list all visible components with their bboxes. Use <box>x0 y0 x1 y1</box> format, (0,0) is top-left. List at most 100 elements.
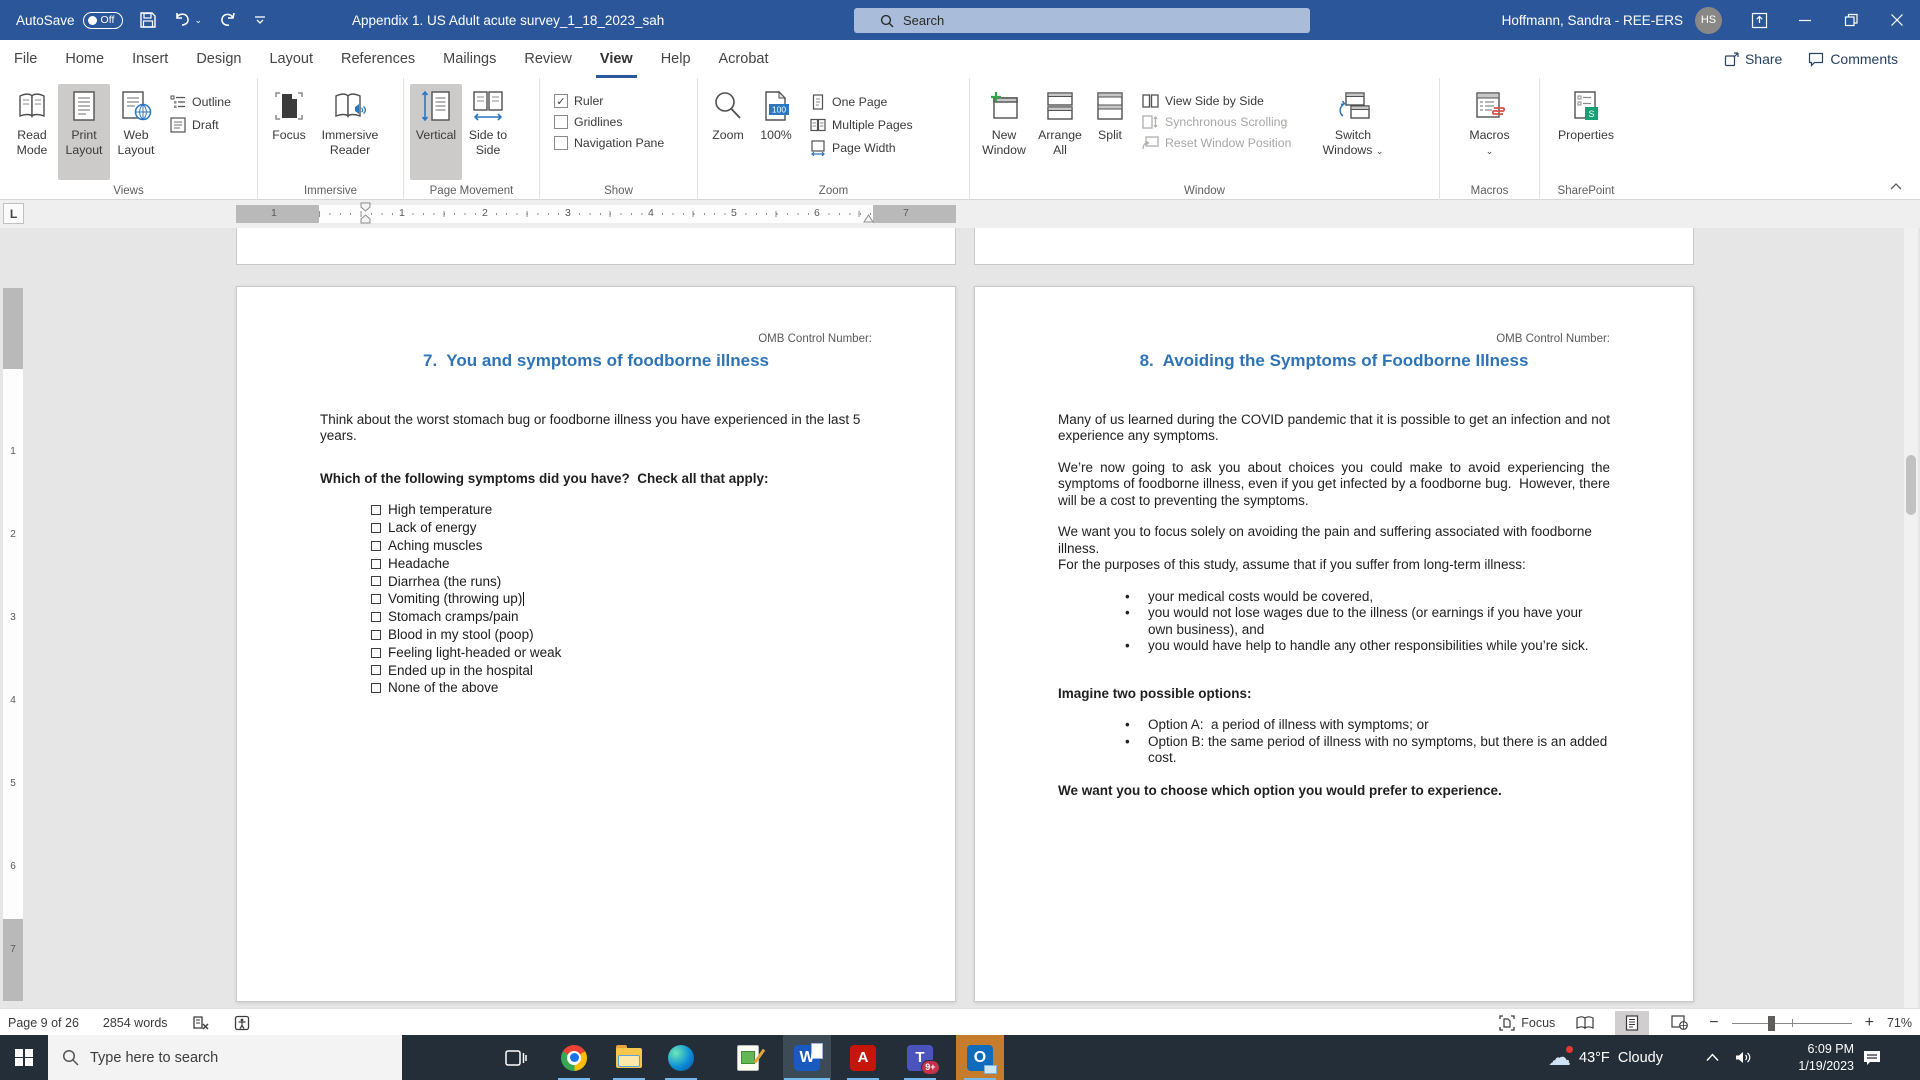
tab-mailings[interactable]: Mailings <box>429 40 510 78</box>
restore-button[interactable] <box>1828 0 1874 40</box>
properties-button[interactable]: S Properties <box>1554 84 1618 180</box>
zoom-button[interactable]: Zoom <box>704 84 752 180</box>
document-page-7[interactable]: OMB Control Number: 7. You and symptoms … <box>236 286 956 1002</box>
customize-qat-button[interactable] <box>254 14 266 26</box>
comments-button[interactable]: Comments <box>1808 51 1898 67</box>
focus-button[interactable]: Focus <box>264 84 314 180</box>
undo-dropdown-icon[interactable]: ⌄ <box>195 15 203 26</box>
user-name[interactable]: Hoffmann, Sandra - REE-ERS <box>1502 13 1683 28</box>
web-layout-button[interactable]: Web Layout <box>110 84 162 180</box>
teams-taskbar-button[interactable]: T9+ <box>896 1035 944 1080</box>
previous-page-bottom[interactable] <box>974 228 1694 265</box>
empty-checkbox-icon[interactable] <box>371 523 381 533</box>
document-page-8[interactable]: OMB Control Number: 8. Avoiding the Symp… <box>974 286 1694 1002</box>
tab-layout[interactable]: Layout <box>255 40 327 78</box>
tab-references[interactable]: References <box>327 40 429 78</box>
navigation-pane-checkbox-icon[interactable] <box>554 136 568 150</box>
checklist-item[interactable]: None of the above <box>371 679 872 697</box>
document-canvas[interactable]: 1 2 3 4 5 6 7 OMB Control Number: 7. You… <box>0 228 1920 1008</box>
empty-checkbox-icon[interactable] <box>371 630 381 640</box>
start-button[interactable] <box>0 1035 48 1080</box>
checklist-item[interactable]: Headache <box>371 555 872 573</box>
redo-button[interactable] <box>218 11 238 29</box>
word-count[interactable]: 2854 words <box>103 1016 168 1030</box>
empty-checkbox-icon[interactable] <box>371 683 381 693</box>
gridlines-checkbox[interactable]: Gridlines <box>554 115 664 129</box>
gridlines-checkbox-icon[interactable] <box>554 115 568 129</box>
vertical-scrollbar[interactable] <box>1904 228 1918 1008</box>
print-layout-view-button[interactable] <box>1615 1011 1649 1035</box>
weather-widget[interactable]: ☁ 43°F Cloudy <box>1548 1035 1663 1080</box>
new-window-button[interactable]: New Window <box>976 84 1032 180</box>
vertical-button[interactable]: Vertical <box>410 84 462 180</box>
empty-checkbox-icon[interactable] <box>371 576 381 586</box>
side-to-side-button[interactable]: Side to Side <box>462 84 514 180</box>
right-indent-marker[interactable] <box>863 214 874 223</box>
tab-acrobat[interactable]: Acrobat <box>705 40 783 78</box>
ribbon-display-options-button[interactable] <box>1736 0 1782 40</box>
web-layout-view-button[interactable] <box>1662 1011 1696 1035</box>
collapse-ribbon-button[interactable] <box>1890 177 1902 195</box>
image-editor-taskbar-button[interactable] <box>724 1035 772 1080</box>
empty-checkbox-icon[interactable] <box>371 541 381 551</box>
chrome-taskbar-button[interactable] <box>550 1035 598 1080</box>
draft-button[interactable]: Draft <box>170 117 231 133</box>
ruler-checkbox-icon[interactable]: ✓ <box>554 94 568 108</box>
zoom-slider[interactable] <box>1732 1011 1852 1035</box>
zoom-percentage[interactable]: 71% <box>1887 1016 1912 1030</box>
zoom-100-button[interactable]: 100 100% <box>752 84 800 180</box>
arrange-all-button[interactable]: Arrange All <box>1032 84 1088 180</box>
outlook-taskbar-button[interactable]: O <box>956 1035 1004 1080</box>
search-box[interactable]: Search <box>854 8 1310 33</box>
print-layout-button[interactable]: Print Layout <box>58 84 110 180</box>
tab-home[interactable]: Home <box>51 40 118 78</box>
save-button[interactable] <box>139 11 157 29</box>
autosave-toggle[interactable]: AutoSave Off <box>16 12 123 29</box>
macros-button[interactable]: Macros⌄ <box>1461 84 1519 180</box>
split-button[interactable]: Split <box>1088 84 1132 180</box>
taskbar-search[interactable]: Type here to search <box>48 1035 402 1080</box>
checklist-item[interactable]: Blood in my stool (poop) <box>371 626 872 644</box>
tray-chevron-icon[interactable] <box>1706 1053 1719 1062</box>
close-button[interactable] <box>1874 0 1920 40</box>
share-button[interactable]: Share <box>1724 51 1782 67</box>
read-mode-view-button[interactable] <box>1568 1011 1602 1035</box>
zoom-in-button[interactable]: + <box>1865 1014 1874 1032</box>
checklist-item[interactable]: Diarrhea (the runs) <box>371 573 872 591</box>
word-taskbar-button[interactable]: W <box>783 1035 831 1080</box>
tab-help[interactable]: Help <box>647 40 705 78</box>
tab-file[interactable]: File <box>0 40 51 78</box>
immersive-reader-button[interactable]: Immersive Reader <box>314 84 386 180</box>
view-side-by-side-button[interactable]: View Side by Side <box>1142 94 1320 108</box>
task-view-button[interactable] <box>492 1035 540 1080</box>
zoom-out-button[interactable]: − <box>1709 1014 1718 1032</box>
tab-design[interactable]: Design <box>182 40 255 78</box>
checklist-item[interactable]: Vomiting (throwing up) <box>371 590 872 608</box>
undo-button[interactable]: ⌄ <box>173 11 203 29</box>
empty-checkbox-icon[interactable] <box>371 665 381 675</box>
clock[interactable]: 6:09 PM 1/19/2023 <box>1768 1035 1854 1080</box>
minimize-button[interactable] <box>1782 0 1828 40</box>
page-width-button[interactable]: Page Width <box>810 140 913 156</box>
empty-checkbox-icon[interactable] <box>371 505 381 515</box>
autosave-switch-icon[interactable]: Off <box>83 12 123 29</box>
horizontal-ruler[interactable]: 1 1 2 3 4 5 6 7 <box>236 205 956 223</box>
checklist-item[interactable]: Feeling light-headed or weak <box>371 644 872 662</box>
checklist-item[interactable]: Aching muscles <box>371 537 872 555</box>
multiple-pages-button[interactable]: Multiple Pages <box>810 117 913 133</box>
previous-page-bottom[interactable] <box>236 228 956 265</box>
tab-view[interactable]: View <box>586 40 647 78</box>
focus-mode-button[interactable]: Focus <box>1499 1015 1555 1031</box>
navigation-pane-checkbox[interactable]: Navigation Pane <box>554 136 664 150</box>
checklist-item[interactable]: Lack of energy <box>371 519 872 537</box>
avatar[interactable]: HS <box>1695 7 1722 34</box>
empty-checkbox-icon[interactable] <box>371 612 381 622</box>
notification-center-button[interactable] <box>1862 1035 1882 1080</box>
acrobat-taskbar-button[interactable]: A <box>839 1035 887 1080</box>
accessibility-checker-button[interactable] <box>234 1015 252 1031</box>
indent-marker[interactable] <box>360 202 371 226</box>
ruler-checkbox[interactable]: ✓ Ruler <box>554 94 664 108</box>
tab-review[interactable]: Review <box>510 40 586 78</box>
switch-windows-button[interactable]: Switch Windows ⌄ <box>1320 84 1386 180</box>
tab-stop-selector[interactable]: L <box>3 203 24 224</box>
